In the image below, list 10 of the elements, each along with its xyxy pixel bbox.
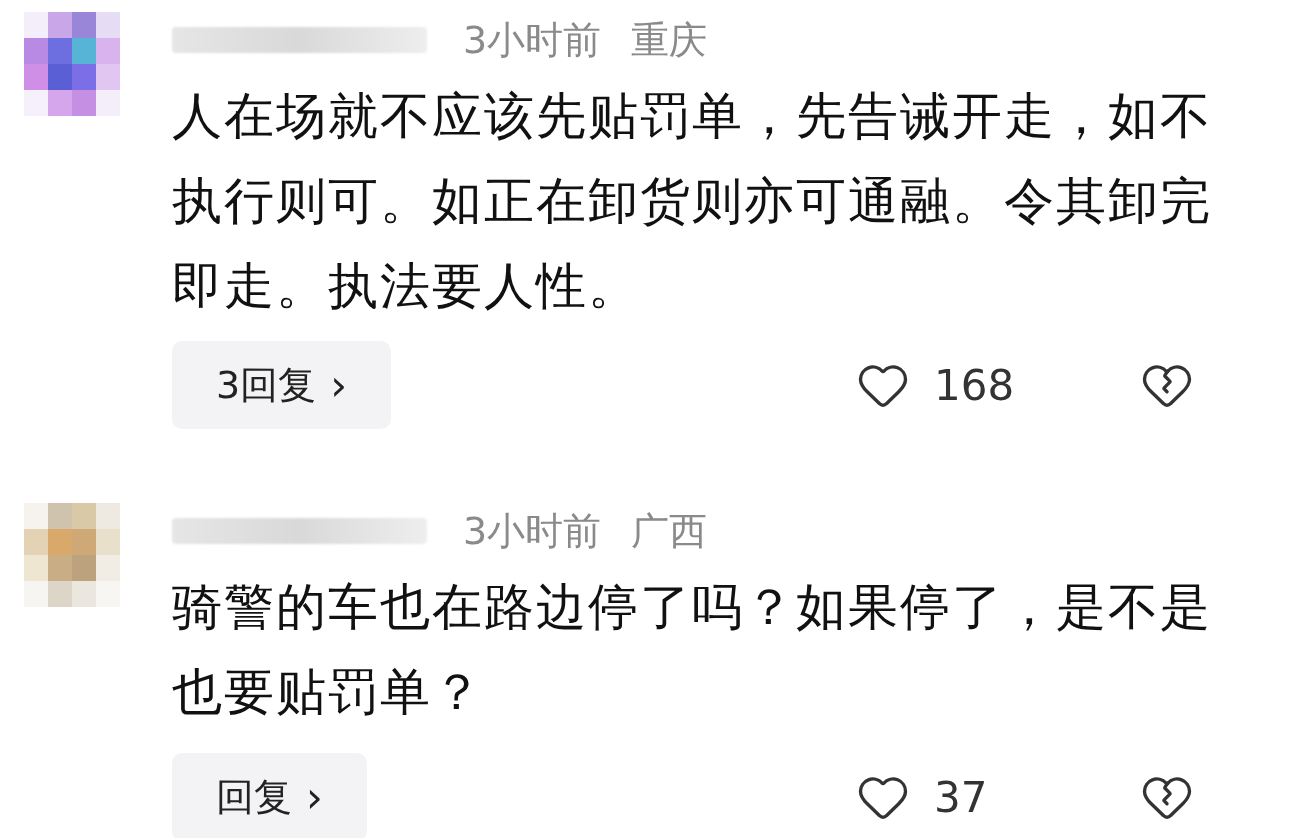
comment-time: 3小时前 [463, 21, 602, 59]
comment-text: 人在场就不应该先贴罚单，先告诫开走，如不 执行则可。如正在卸货则亦可通融。令其卸完 即走。执法要人性。 [172, 86, 1213, 317]
comment-time: 3小时前 [463, 512, 602, 550]
reply-button[interactable]: 回复 › [172, 753, 367, 838]
comment-location: 重庆 [631, 21, 708, 59]
like-count: 37 [934, 771, 989, 824]
comment-location: 广西 [631, 512, 708, 550]
comment-text: 骑警的车也在路边停了吗？如果停了，是不是 也要贴罚单？ [172, 577, 1213, 723]
reply-button[interactable]: 3回复 › [172, 341, 391, 429]
like-count: 168 [934, 359, 1016, 412]
